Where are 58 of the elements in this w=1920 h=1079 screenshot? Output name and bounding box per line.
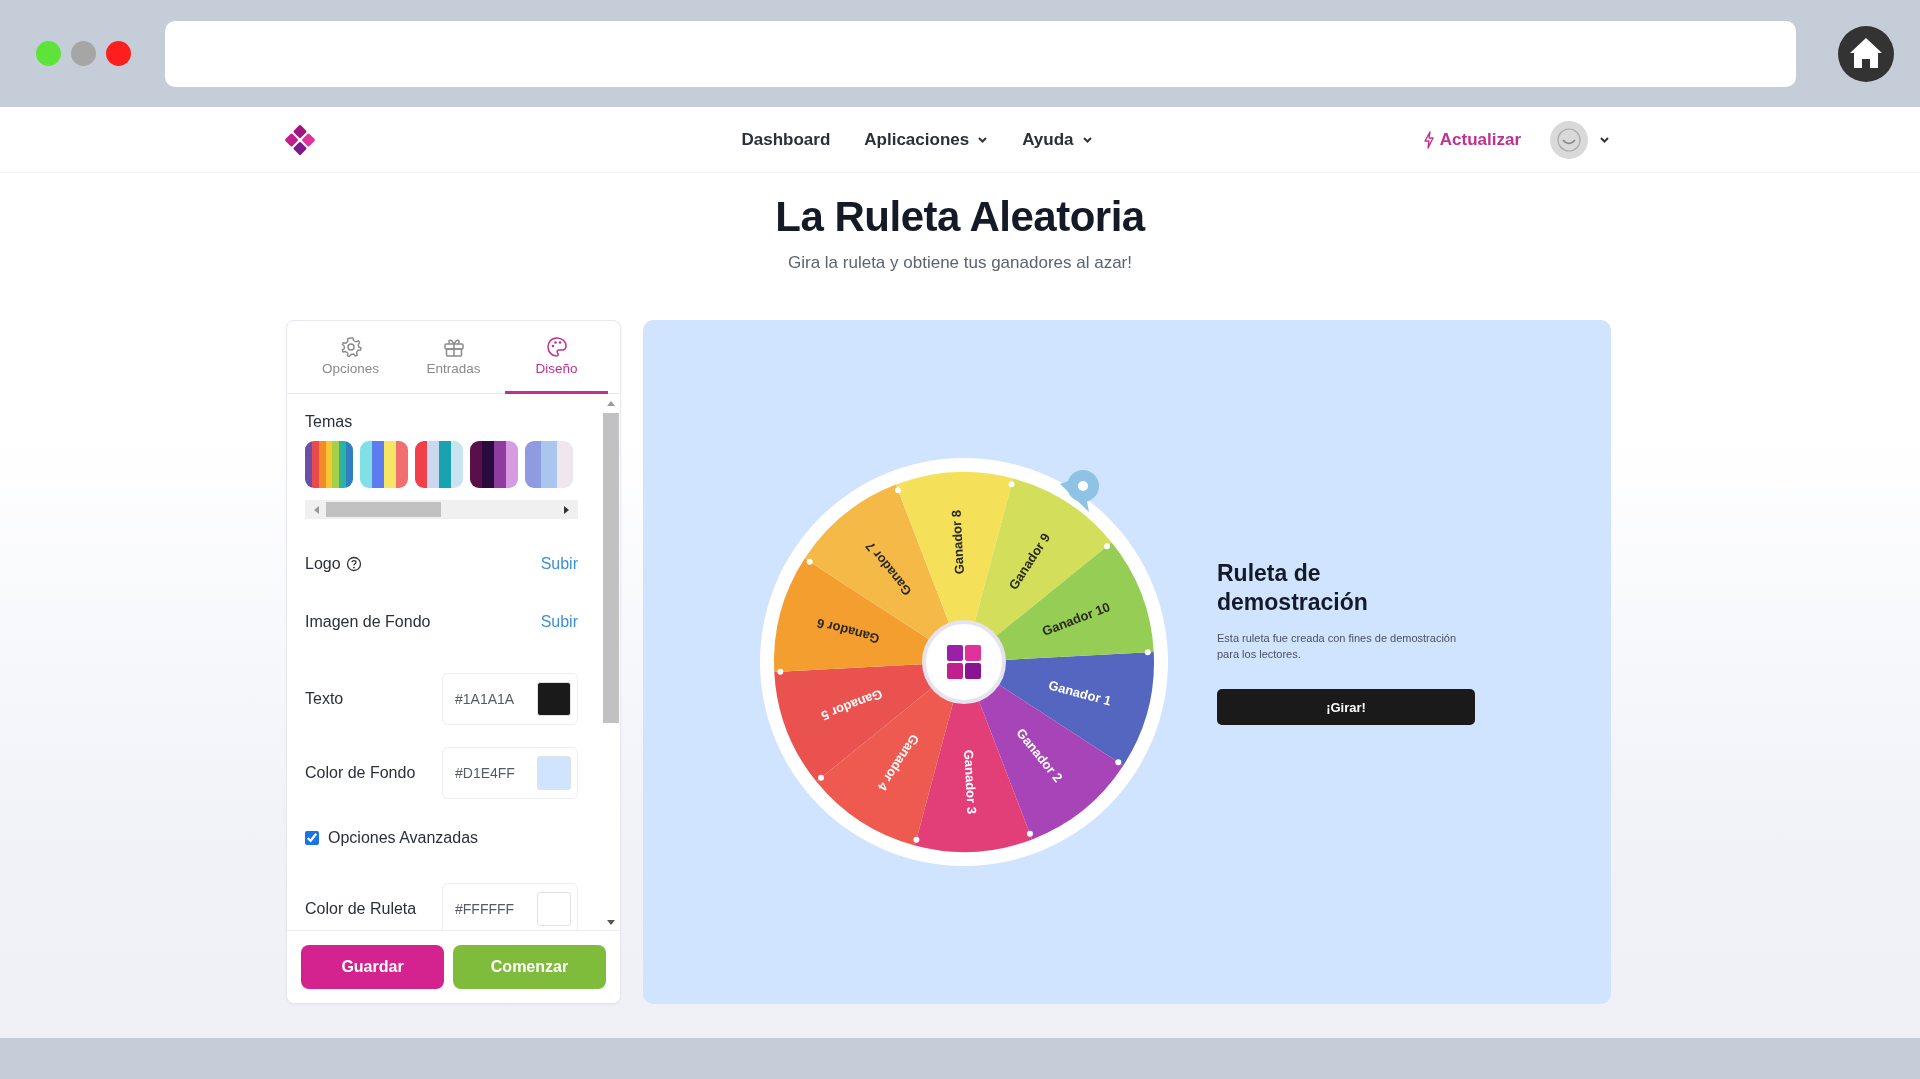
nav-link[interactable]: Dashboard [741, 129, 831, 150]
section-label: Temas [305, 413, 354, 431]
tab[interactable]: Entradas [402, 321, 505, 394]
home-icon[interactable] [1838, 25, 1894, 82]
scroll-up-icon[interactable] [606, 400, 616, 407]
window-control-dot[interactable] [71, 41, 96, 66]
scroll-down-icon[interactable] [606, 919, 616, 926]
segment-label: Ganador 3 [961, 749, 980, 815]
wheel-title: Ruleta de demostración [1217, 559, 1369, 617]
theme-swatch[interactable] [470, 441, 518, 488]
theme-swatch[interactable] [305, 441, 353, 488]
palette-icon [545, 336, 568, 358]
field-label: Color de Fondo [305, 764, 416, 782]
tab[interactable]: Opciones [299, 321, 402, 394]
segment-label: Ganador 6 [815, 615, 882, 647]
color-swatch[interactable] [537, 682, 571, 716]
field-label: Imagen de Fondo [305, 613, 431, 631]
help-icon[interactable] [345, 556, 362, 572]
window-control-dot[interactable] [36, 41, 61, 66]
field-label: Color de Ruleta [305, 900, 417, 918]
lightning-icon [1422, 130, 1435, 149]
color-swatch[interactable] [537, 892, 571, 926]
scroll-right-icon[interactable] [563, 504, 570, 515]
page-subtitle: Gira la ruleta y obtiene tus ganadores al azar! [788, 253, 1132, 273]
window-control-dot[interactable] [106, 41, 131, 66]
checkbox-label: Opciones Avanzadas [328, 829, 479, 847]
horizontal-scrollbar[interactable] [305, 500, 578, 519]
upgrade-link[interactable]: Actualizar [1422, 129, 1521, 150]
color-field[interactable]: #D1E4FF [442, 747, 578, 799]
theme-swatch[interactable] [360, 441, 408, 488]
nav-link[interactable]: Aplicaciones [864, 129, 989, 150]
nav-link[interactable]: Ayuda [1022, 129, 1093, 150]
theme-swatch[interactable] [525, 441, 573, 488]
theme-swatch[interactable] [415, 441, 463, 488]
pointer-icon [1060, 470, 1099, 512]
field-label: Texto [305, 690, 344, 708]
spin-button[interactable]: ¡Girar! [1217, 689, 1475, 725]
gift-icon [442, 336, 465, 358]
vertical-scrollbar[interactable] [602, 394, 620, 930]
checkbox[interactable] [305, 831, 319, 845]
color-field[interactable]: #1A1A1A [442, 673, 578, 725]
save-button[interactable]: Guardar [301, 945, 444, 989]
logo-icon [947, 645, 981, 679]
segment-label: Ganador 1 [1046, 677, 1113, 709]
color-swatch[interactable] [537, 756, 571, 790]
tab[interactable]: Diseño [505, 321, 608, 394]
page-title: La Ruleta Aleatoria [775, 193, 1145, 241]
upload-link[interactable]: Subir [540, 555, 578, 573]
logo-icon[interactable] [284, 123, 316, 156]
avatar-icon[interactable] [1549, 119, 1589, 160]
settings-icon [339, 336, 362, 358]
chevron-down-icon[interactable] [1599, 135, 1610, 144]
color-field[interactable]: #FFFFFF [442, 883, 578, 930]
scroll-left-icon[interactable] [313, 504, 320, 515]
wheel-description: Esta ruleta fue creada con fines de demostración para los lectores. [1217, 631, 1458, 662]
upload-link[interactable]: Subir [540, 613, 578, 631]
segment-label: Ganador 8 [948, 509, 967, 575]
field-label: Logo [305, 555, 341, 573]
